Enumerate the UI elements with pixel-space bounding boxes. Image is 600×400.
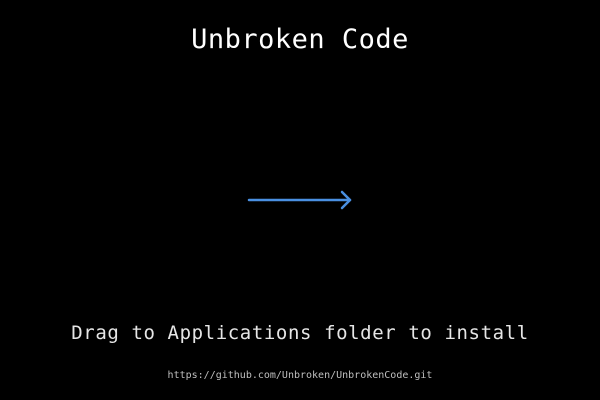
right-arrow-icon — [247, 190, 352, 210]
repository-url: https://github.com/Unbroken/UnbrokenCode… — [167, 370, 433, 381]
app-title: Unbroken Code — [191, 24, 409, 55]
installer-window: Unbroken Code Drag to Applications folde… — [0, 0, 600, 400]
install-instruction: Drag to Applications folder to install — [71, 322, 529, 344]
